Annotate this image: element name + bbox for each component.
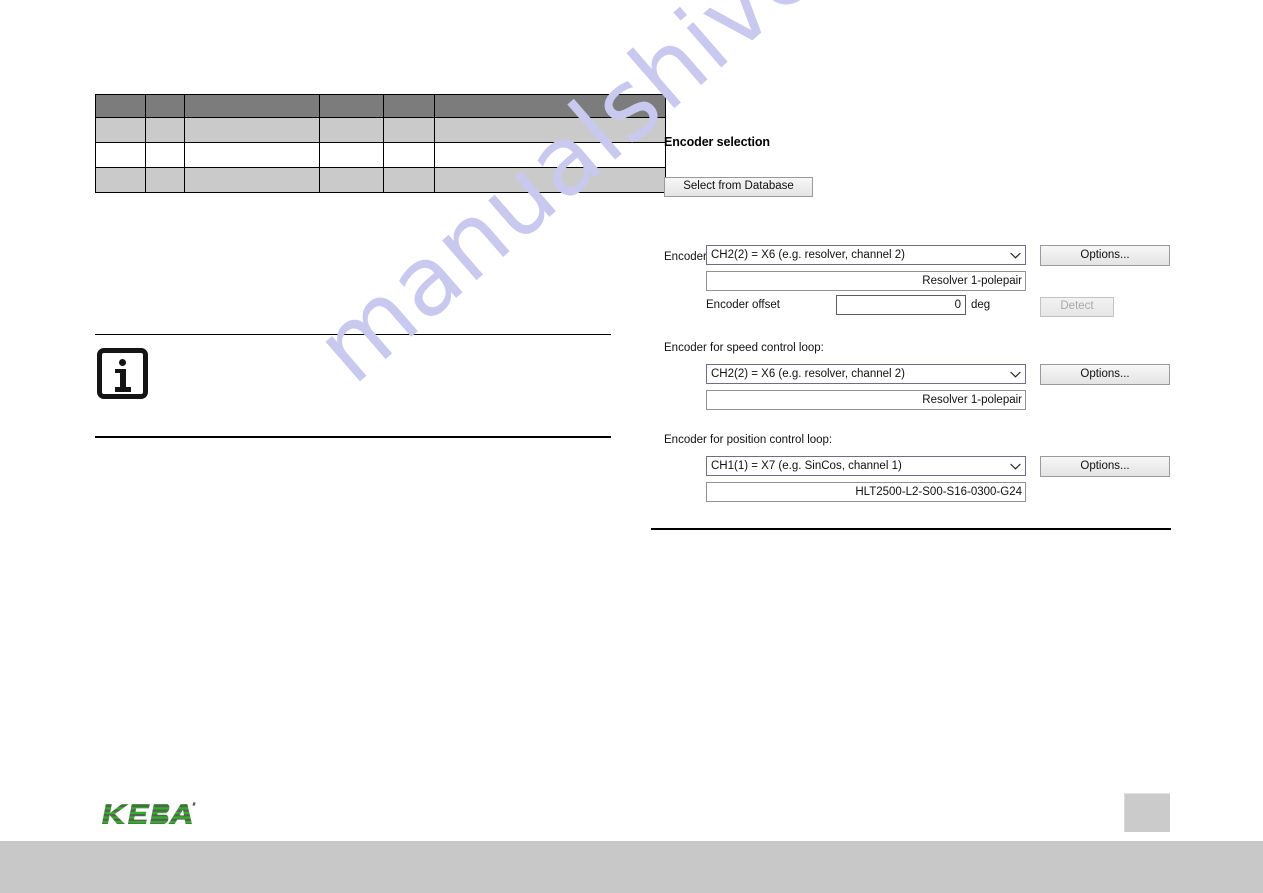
table-header-cell [319, 94, 384, 118]
note-body [95, 335, 611, 436]
chevron-down-icon [1005, 252, 1025, 259]
table-header-cell [95, 94, 146, 118]
page-number-box [1124, 793, 1170, 832]
table-header-cell [145, 94, 185, 118]
speed-encoder-value: CH2(2) = X6 (e.g. resolver, channel 2) [711, 368, 905, 380]
chevron-down-icon [1005, 371, 1025, 378]
table-header-row [95, 94, 666, 118]
position-encoder-readout: HLT2500-L2-S00-S16-0300-G24 [706, 482, 1026, 502]
info-note-block [95, 334, 611, 438]
table-header-cell [434, 94, 666, 118]
dialog-bottom-rule [651, 528, 1171, 530]
table-cell [145, 117, 185, 143]
commutation-encoder-value: CH2(2) = X6 (e.g. resolver, channel 2) [711, 249, 905, 261]
table-header-cell [383, 94, 435, 118]
commutation-encoder-readout: Resolver 1-polepair [706, 271, 1026, 291]
table-cell [184, 117, 320, 143]
position-loop-label: Encoder for position control loop: [664, 434, 833, 446]
table-cell [383, 167, 435, 193]
info-icon-foot [114, 387, 131, 393]
speed-options-button[interactable]: Options... [1040, 364, 1170, 385]
info-icon-dot [119, 359, 126, 367]
table-cell [434, 167, 666, 193]
position-options-button[interactable]: Options... [1040, 456, 1170, 477]
select-from-database-button[interactable]: Select from Database [664, 177, 813, 197]
manual-page: Encoder selection Select from Database E… [0, 0, 1263, 893]
table-row [95, 117, 666, 143]
position-encoder-dropdown[interactable]: CH1(1) = X7 (e.g. SinCos, channel 1) [706, 456, 1026, 476]
table-cell [383, 117, 435, 143]
table-cell [319, 167, 384, 193]
table-row [95, 167, 666, 193]
table-header-cell [184, 94, 320, 118]
chevron-down-icon [1005, 463, 1025, 470]
speed-encoder-readout: Resolver 1-polepair [706, 390, 1026, 410]
table-cell [95, 117, 146, 143]
commutation-encoder-dropdown[interactable]: CH2(2) = X6 (e.g. resolver, channel 2) [706, 245, 1026, 265]
table-cell [145, 167, 185, 193]
table-cell [319, 117, 384, 143]
table-cell [434, 142, 666, 168]
info-icon-stem [119, 369, 126, 390]
table-cell [434, 117, 666, 143]
spec-table [95, 94, 666, 193]
encoder-offset-unit: deg [971, 299, 991, 311]
position-encoder-value: CH1(1) = X7 (e.g. SinCos, channel 1) [711, 460, 902, 472]
footer-bar [0, 841, 1263, 893]
keba-logo [95, 798, 203, 828]
information-icon [97, 348, 148, 400]
table-cell [145, 142, 185, 168]
encoder-offset-input[interactable]: 0 [836, 295, 966, 315]
table-row [95, 142, 666, 168]
table-cell [95, 167, 146, 193]
table-cell [95, 142, 146, 168]
table-cell [383, 142, 435, 168]
table-cell [319, 142, 384, 168]
commutation-options-button[interactable]: Options... [1040, 245, 1170, 266]
speed-loop-label: Encoder for speed control loop: [664, 342, 824, 354]
table-cell [184, 167, 320, 193]
page-title: Encoder selection [664, 135, 770, 149]
encoder-offset-label: Encoder offset [706, 299, 780, 311]
detect-button[interactable]: Detect [1040, 297, 1114, 317]
note-bottom-rule [95, 436, 611, 438]
table-cell [184, 142, 320, 168]
speed-encoder-dropdown[interactable]: CH2(2) = X6 (e.g. resolver, channel 2) [706, 364, 1026, 384]
